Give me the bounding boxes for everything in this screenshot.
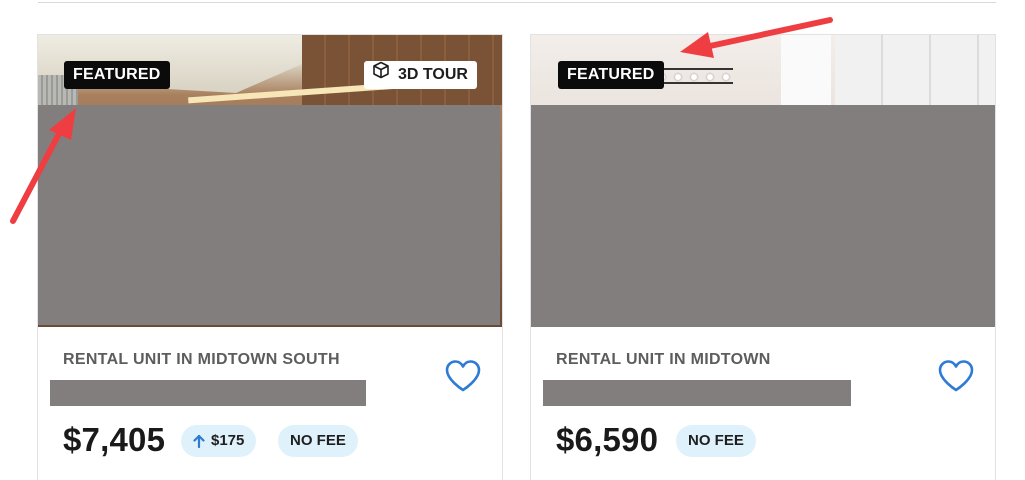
listing-type: RENTAL UNIT IN MIDTOWN SOUTH xyxy=(63,351,340,368)
3d-tour-badge[interactable]: 3D TOUR xyxy=(364,61,477,89)
redacted-address xyxy=(50,380,366,406)
cube-icon xyxy=(372,61,390,89)
listing-card[interactable]: FEATURED 3D TOUR RENTAL UNIT IN MIDTOWN … xyxy=(37,34,503,480)
redacted-area xyxy=(531,105,995,327)
no-fee-badge: NO FEE xyxy=(278,425,358,457)
listing-price: $6,590 xyxy=(556,421,659,458)
listing-card[interactable]: FEATURED RENTAL UNIT IN MIDTOWN $6,590 N… xyxy=(530,34,996,480)
no-fee-badge: NO FEE xyxy=(676,425,756,457)
3d-tour-label: 3D TOUR xyxy=(398,66,468,83)
listing-photo[interactable]: FEATURED 3D TOUR xyxy=(38,35,502,327)
divider xyxy=(38,2,996,3)
arrow-up-icon xyxy=(193,434,205,448)
redacted-area xyxy=(38,105,500,325)
featured-badge: FEATURED xyxy=(558,61,664,89)
heart-icon xyxy=(938,360,974,392)
favorite-button[interactable] xyxy=(937,359,975,393)
listing-price: $7,405 xyxy=(63,421,166,458)
redacted-address xyxy=(543,380,851,406)
heart-icon xyxy=(445,360,481,392)
photo-detail xyxy=(781,35,831,105)
favorite-button[interactable] xyxy=(444,359,482,393)
price-change-value: $175 xyxy=(211,432,245,449)
listing-type: RENTAL UNIT IN MIDTOWN xyxy=(556,351,771,368)
photo-detail xyxy=(835,35,995,105)
featured-badge: FEATURED xyxy=(64,61,170,89)
price-change-badge: $175 xyxy=(181,425,257,457)
listing-photo[interactable]: FEATURED xyxy=(531,35,995,327)
